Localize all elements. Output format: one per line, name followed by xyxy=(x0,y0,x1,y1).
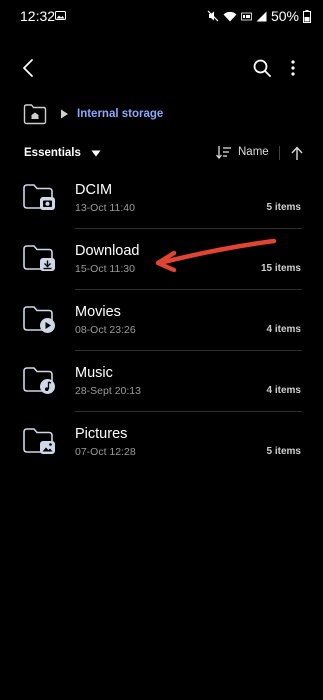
image-notification-icon xyxy=(55,11,66,20)
folder-row-pictures[interactable]: Pictures 07-Oct 12:28 5 items xyxy=(0,412,323,473)
folder-icon xyxy=(23,245,55,271)
folder-item-count: 5 items xyxy=(266,446,301,457)
folder-date: 07-Oct 12:28 xyxy=(75,446,136,458)
folder-date: 15-Oct 11:30 xyxy=(75,263,135,275)
battery-icon xyxy=(303,9,311,23)
folder-item-count: 15 items xyxy=(260,263,301,274)
sort-icon xyxy=(216,146,231,159)
folder-name: Music xyxy=(75,365,113,381)
search-button[interactable] xyxy=(248,53,276,83)
folder-name: DCIM xyxy=(75,182,113,198)
sort-by-label: Name xyxy=(238,146,269,158)
folder-row-music[interactable]: Music 28-Sept 20:13 4 items xyxy=(0,351,323,412)
more-vertical-icon xyxy=(291,60,295,76)
folder-date: 13-Oct 11:40 xyxy=(75,202,135,214)
search-icon xyxy=(253,59,271,77)
breadcrumb-internal-storage[interactable]: Internal storage xyxy=(77,108,163,120)
folder-list: DCIM 13-Oct 11:40 5 items Download 15-Oc… xyxy=(0,168,323,473)
status-time: 12:32 xyxy=(20,8,56,24)
folder-icon xyxy=(23,367,55,394)
folder-icon xyxy=(23,184,55,210)
mute-icon xyxy=(207,10,219,22)
more-options-button[interactable] xyxy=(282,53,304,83)
status-icons: 50% xyxy=(207,7,311,25)
folder-name: Pictures xyxy=(75,426,128,442)
home-folder-icon xyxy=(23,104,47,125)
folder-icon xyxy=(23,306,55,333)
sort-row: Essentials Name xyxy=(0,140,323,168)
folder-item-count: 4 items xyxy=(266,324,301,335)
arrow-up-icon xyxy=(291,145,303,160)
essentials-dropdown[interactable]: Essentials xyxy=(24,147,101,159)
volte-icon xyxy=(241,12,252,20)
home-button[interactable] xyxy=(23,102,47,126)
folder-row-download[interactable]: Download 15-Oct 11:30 15 items xyxy=(0,229,323,290)
signal-icon xyxy=(256,11,267,21)
folder-date: 08-Oct 23:26 xyxy=(75,324,136,336)
breadcrumb-arrow-icon xyxy=(61,109,68,119)
battery-level: 50% xyxy=(270,8,299,24)
app-bar xyxy=(0,45,323,93)
folder-row-movies[interactable]: Movies 08-Oct 23:26 4 items xyxy=(0,290,323,351)
folder-row-dcim[interactable]: DCIM 13-Oct 11:40 5 items xyxy=(0,168,323,229)
folder-name: Download xyxy=(75,243,140,259)
wifi-icon xyxy=(223,11,237,21)
caret-down-icon xyxy=(91,150,101,156)
back-button[interactable] xyxy=(14,53,42,83)
folder-item-count: 5 items xyxy=(266,202,301,213)
sort-by-button[interactable]: Name xyxy=(216,145,269,159)
status-bar: 12:32 50% xyxy=(0,0,323,32)
folder-date: 28-Sept 20:13 xyxy=(75,385,141,397)
folder-name: Movies xyxy=(75,304,121,320)
essentials-label: Essentials xyxy=(24,147,81,159)
chevron-left-icon xyxy=(23,59,33,77)
folder-icon xyxy=(23,428,55,454)
sort-divider xyxy=(279,146,280,160)
folder-item-count: 4 items xyxy=(266,385,301,396)
sort-direction-button[interactable] xyxy=(289,144,305,162)
breadcrumb: Internal storage xyxy=(23,100,163,128)
